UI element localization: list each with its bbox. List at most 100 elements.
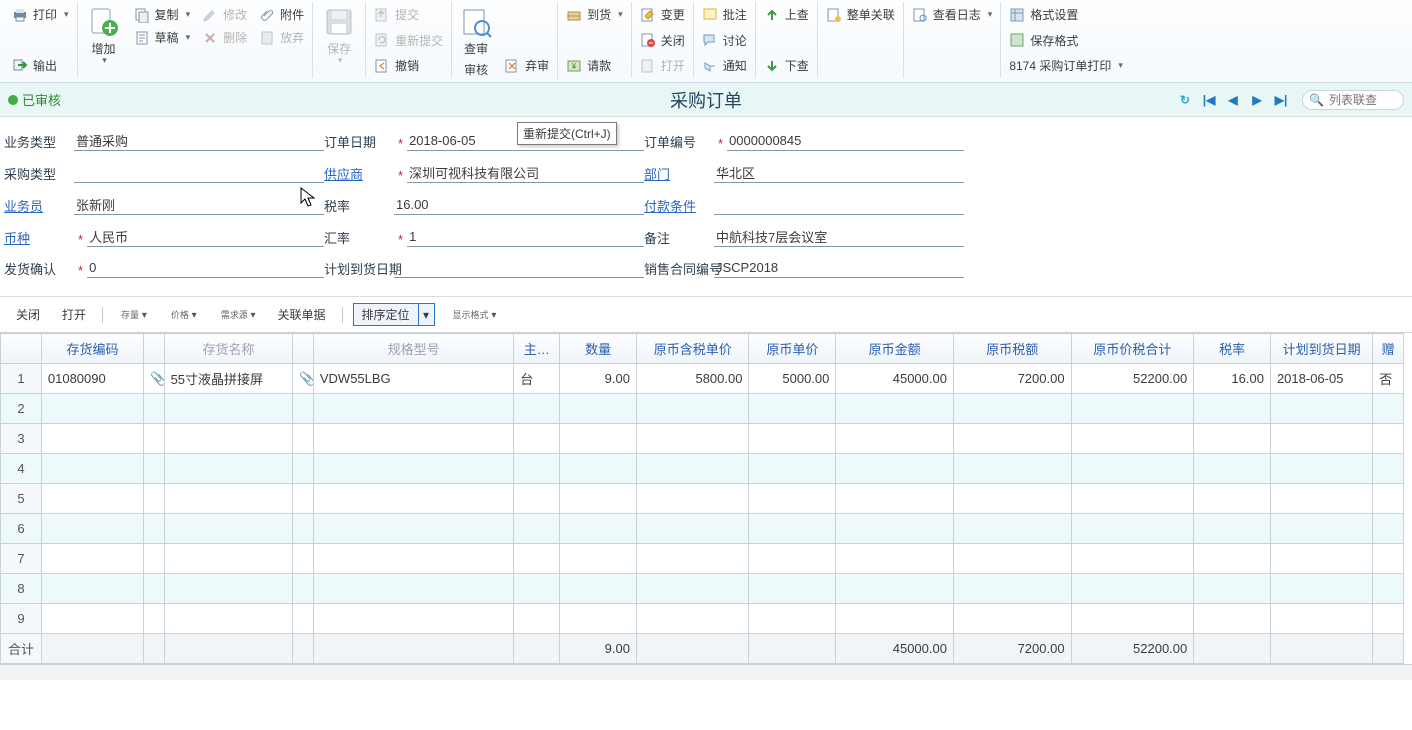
currency-field[interactable]: 人民币 xyxy=(87,227,324,247)
cell-amount[interactable]: 45000.00 xyxy=(836,364,954,394)
edit-button[interactable]: 修改 xyxy=(198,4,251,25)
selected-cell[interactable] xyxy=(313,424,513,454)
linked-docs-button[interactable]: 关联单据 xyxy=(272,304,332,325)
discuss-button[interactable]: 讨论 xyxy=(698,30,751,51)
nav-prev-icon[interactable]: ◀ xyxy=(1224,91,1242,109)
col-amount[interactable]: 原币金额 xyxy=(836,334,954,364)
cell-unit[interactable]: 台 xyxy=(514,364,560,394)
cell-taxprice[interactable]: 5800.00 xyxy=(636,364,748,394)
requestpay-button[interactable]: ¥ 请款 xyxy=(562,55,627,76)
attach-icon[interactable]: 📎 xyxy=(144,364,164,394)
rate-field[interactable]: 1 xyxy=(407,229,644,247)
notify-button[interactable]: 通知 xyxy=(698,55,751,76)
purchase-type-field[interactable] xyxy=(74,165,324,183)
stock-button[interactable]: 存量 xyxy=(115,306,153,323)
table-row[interactable]: 5 xyxy=(1,484,1404,514)
plandate-field[interactable] xyxy=(394,260,644,278)
save-button[interactable]: 保存▾ xyxy=(317,4,361,68)
delete-button[interactable]: 删除 xyxy=(198,27,251,48)
contractno-field[interactable]: JSCP2018 xyxy=(714,260,964,278)
table-row[interactable]: 2 xyxy=(1,394,1404,424)
audit-log-button[interactable]: 查看日志▾ xyxy=(908,4,997,25)
cell-price[interactable]: 5000.00 xyxy=(749,364,836,394)
table-row[interactable]: 4 xyxy=(1,454,1404,484)
table-row[interactable]: 8 xyxy=(1,574,1404,604)
chevron-down-icon[interactable]: ▾ xyxy=(418,304,434,325)
withdraw-button[interactable]: 撤销 xyxy=(370,55,447,76)
col-tax[interactable]: 原币税额 xyxy=(953,334,1071,364)
up-query-button[interactable]: 上查 xyxy=(760,4,813,25)
col-total[interactable]: 原币价税合计 xyxy=(1071,334,1194,364)
sub-close-button[interactable]: 关闭 xyxy=(10,304,46,325)
col-gift[interactable]: 赠 xyxy=(1373,334,1404,364)
taxrate-field[interactable]: 16.00 xyxy=(394,197,644,215)
cell-gift[interactable]: 否 xyxy=(1373,364,1404,394)
order-no-field[interactable]: 0000000845 xyxy=(727,133,964,151)
horizontal-scrollbar[interactable] xyxy=(0,664,1412,680)
print-button[interactable]: 打印▾ xyxy=(8,4,73,25)
currency-label[interactable]: 币种 xyxy=(4,228,74,247)
cell-name[interactable]: 55寸液晶拼接屏 xyxy=(164,364,293,394)
payterm-field[interactable] xyxy=(714,197,964,215)
sort-locate-button[interactable]: 排序定位 ▾ xyxy=(353,303,435,326)
copy-button[interactable]: 复制▾ xyxy=(130,4,195,25)
format-set-button[interactable]: 格式设置 xyxy=(1005,4,1127,25)
search-box[interactable]: 🔍 xyxy=(1302,90,1404,110)
receive-button[interactable]: 到货▾ xyxy=(562,4,627,25)
cell-rate[interactable]: 16.00 xyxy=(1194,364,1271,394)
attach-icon[interactable]: 📎 xyxy=(293,364,313,394)
close-button[interactable]: 关闭 xyxy=(636,30,689,51)
detail-grid[interactable]: 存货编码 存货名称 规格型号 主… 数量 原币含税单价 原币单价 原币金额 原币… xyxy=(0,333,1404,664)
cell-code[interactable]: 01080090 xyxy=(41,364,143,394)
col-price[interactable]: 原币单价 xyxy=(749,334,836,364)
col-unit[interactable]: 主… xyxy=(514,334,560,364)
price-button[interactable]: 价格 xyxy=(165,306,203,323)
annotate-button[interactable]: 批注 xyxy=(698,4,751,25)
dept-field[interactable]: 华北区 xyxy=(714,163,964,183)
remark-field[interactable]: 中航科技7层会议室 xyxy=(714,227,964,247)
discard-button[interactable]: 放弃 xyxy=(255,27,308,48)
open-button[interactable]: 打开 xyxy=(636,55,689,76)
supplier-field[interactable]: 深圳可视科技有限公司 xyxy=(407,163,644,183)
supplier-label[interactable]: 供应商 xyxy=(324,164,394,183)
col-spec[interactable]: 规格型号 xyxy=(313,334,513,364)
export-button[interactable]: 输出 xyxy=(8,55,73,76)
col-plandate[interactable]: 计划到货日期 xyxy=(1270,334,1372,364)
shipconfirm-field[interactable]: 0 xyxy=(87,260,324,278)
col-code[interactable]: 存货编码 xyxy=(41,334,143,364)
col-rate[interactable]: 税率 xyxy=(1194,334,1271,364)
col-rownum[interactable] xyxy=(1,334,42,364)
cell-plandate[interactable]: 2018-06-05 xyxy=(1270,364,1372,394)
table-row[interactable]: 9 xyxy=(1,604,1404,634)
sub-open-button[interactable]: 打开 xyxy=(56,304,92,325)
cell-tax[interactable]: 7200.00 xyxy=(953,364,1071,394)
col-attach2[interactable] xyxy=(293,334,313,364)
nav-last-icon[interactable]: ▶| xyxy=(1272,91,1290,109)
dept-label[interactable]: 部门 xyxy=(644,164,714,183)
demand-button[interactable]: 需求源 xyxy=(215,306,262,323)
down-query-button[interactable]: 下查 xyxy=(760,55,813,76)
table-row[interactable]: 3 xyxy=(1,424,1404,454)
change-button[interactable]: 变更 xyxy=(636,4,689,25)
display-format-button[interactable]: 显示格式 xyxy=(447,306,503,323)
table-row[interactable]: 6 xyxy=(1,514,1404,544)
cell-total[interactable]: 52200.00 xyxy=(1071,364,1194,394)
cell-spec[interactable]: VDW55LBG xyxy=(313,364,513,394)
submit-button[interactable]: 提交 xyxy=(370,4,447,25)
cell-qty[interactable]: 9.00 xyxy=(560,364,637,394)
resubmit-button[interactable]: 重新提交 xyxy=(370,30,447,51)
save-format-button[interactable]: 保存格式 xyxy=(1005,30,1127,51)
salesman-field[interactable]: 张新刚 xyxy=(74,195,324,215)
table-row[interactable]: 7 xyxy=(1,544,1404,574)
draft-button[interactable]: 草稿▾ xyxy=(130,27,195,48)
biz-type-field[interactable]: 普通采购 xyxy=(74,131,324,151)
col-attach1[interactable] xyxy=(144,334,164,364)
unaudit-button[interactable]: 弃审 xyxy=(500,55,553,76)
link-all-button[interactable]: 整单关联 xyxy=(822,4,899,25)
attach-button[interactable]: 附件 xyxy=(255,4,308,25)
add-button[interactable]: 增加▾ xyxy=(82,4,126,68)
audit-view-button[interactable]: 查审 xyxy=(456,4,496,59)
salesman-label[interactable]: 业务员 xyxy=(4,196,74,215)
refresh-icon[interactable]: ↻ xyxy=(1176,91,1194,109)
payterm-label[interactable]: 付款条件 xyxy=(644,196,714,215)
